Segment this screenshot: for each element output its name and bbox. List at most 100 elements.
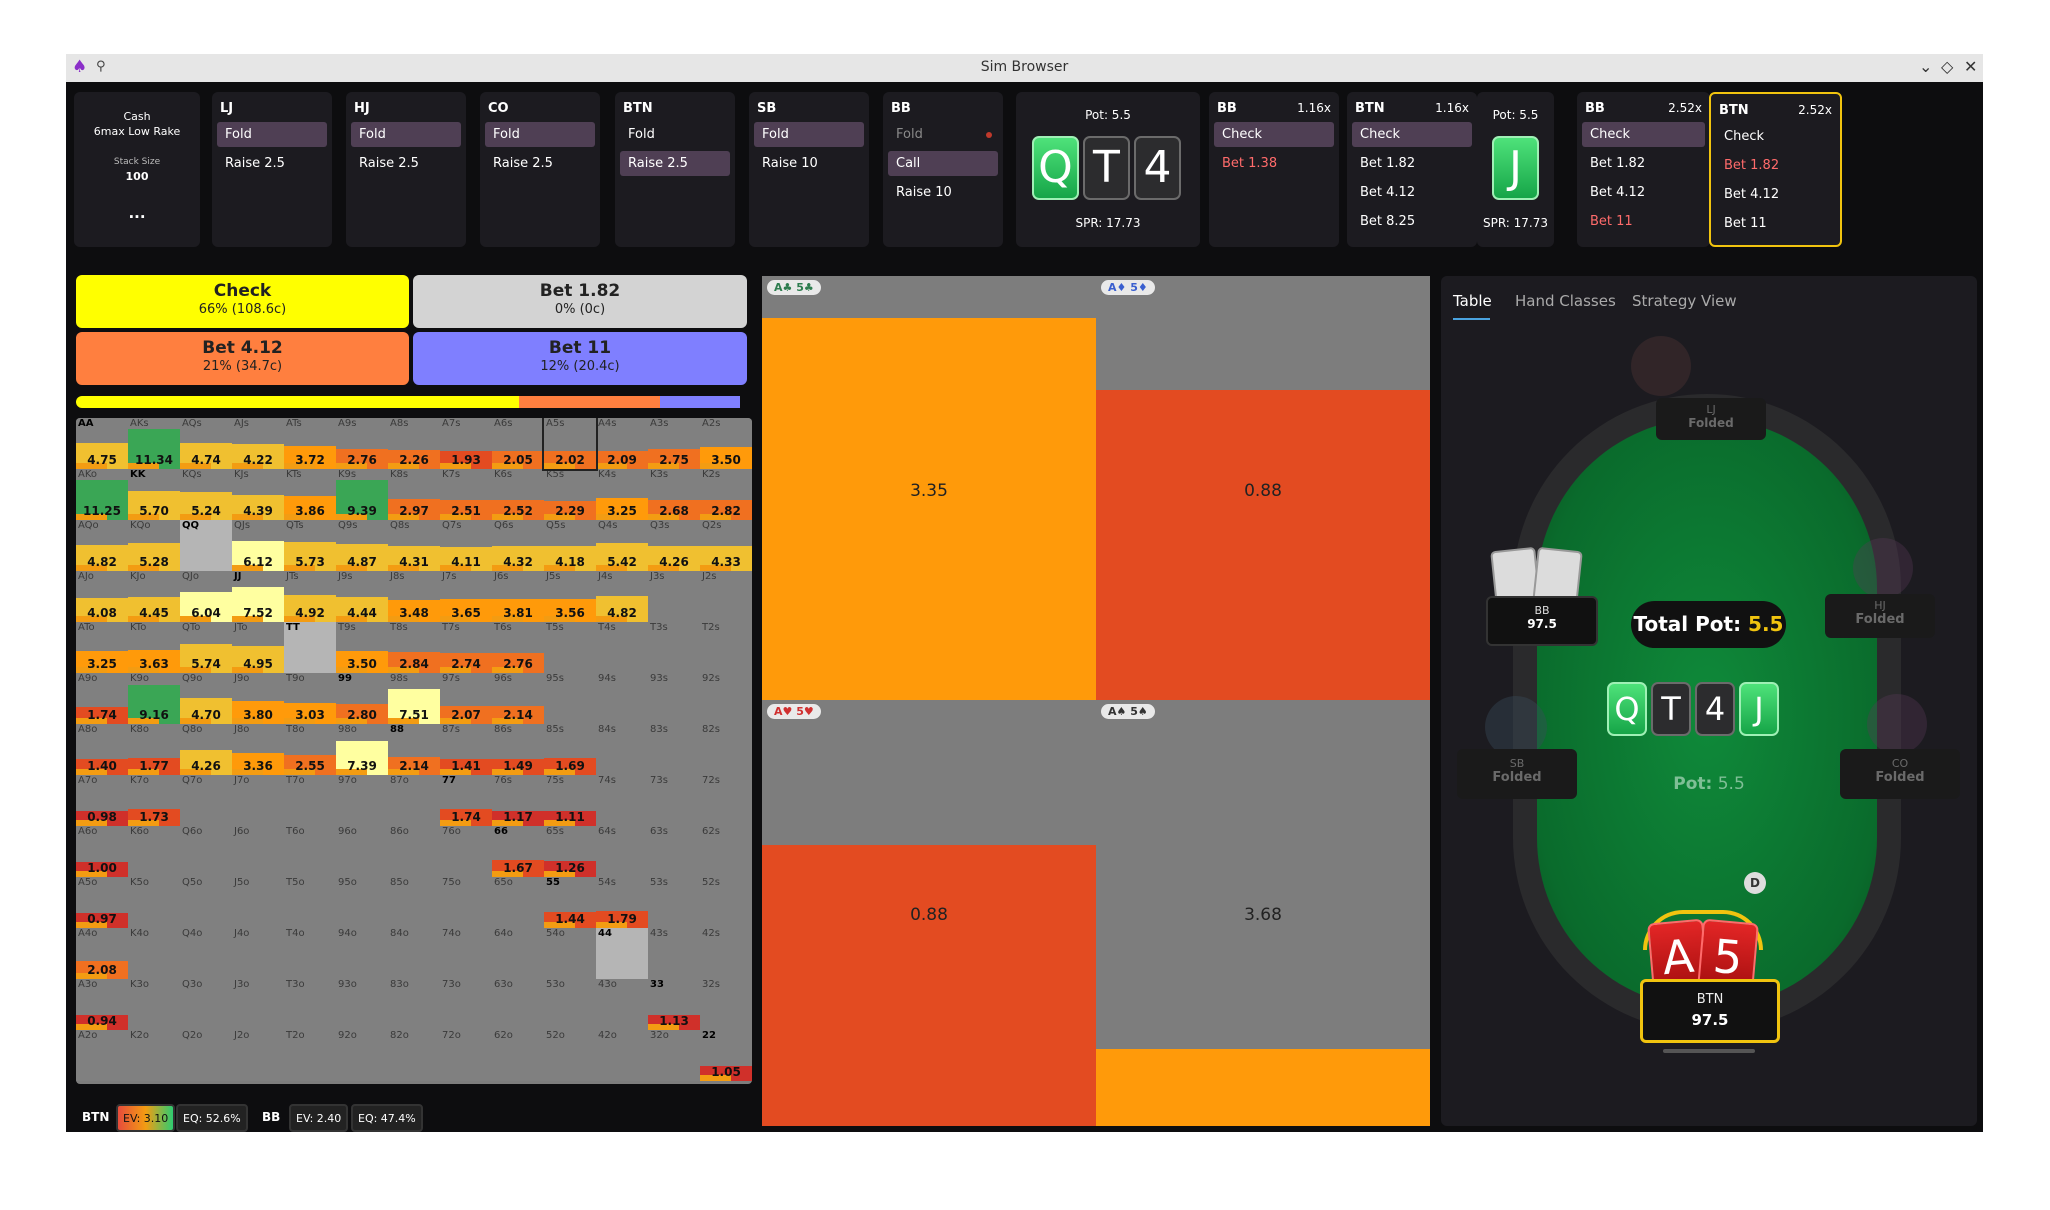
hand-cell-66[interactable]: 66 1.67 <box>492 826 544 877</box>
hand-cell-96s[interactable]: 96s 2.14 <box>492 673 544 724</box>
combo-panel[interactable]: A♦ 5♦ 0.88 <box>1096 276 1430 700</box>
node-preflop-sb[interactable]: SB Fold Raise 10 <box>749 92 869 247</box>
hand-cell-97s[interactable]: 97s 2.07 <box>440 673 492 724</box>
node-option[interactable]: Check <box>1352 122 1472 147</box>
hand-cell-92o[interactable]: 92o <box>336 1030 388 1081</box>
node-option[interactable]: Check <box>1214 122 1334 147</box>
hand-cell-t6s[interactable]: T6s 2.76 <box>492 622 544 673</box>
hand-cell-q5o[interactable]: Q5o <box>180 877 232 928</box>
hand-cell-ajo[interactable]: AJo 4.08 <box>76 571 128 622</box>
hand-cell-qto[interactable]: QTo 5.74 <box>180 622 232 673</box>
hand-cell-54s[interactable]: 54s 1.79 <box>596 877 648 928</box>
hand-cell-62s[interactable]: 62s <box>700 826 752 877</box>
hand-cell-k2s[interactable]: K2s 2.82 <box>700 469 752 520</box>
hand-cell-j6o[interactable]: J6o <box>232 826 284 877</box>
hand-cell-ajs[interactable]: AJs 4.22 <box>232 418 284 469</box>
hand-cell-76o[interactable]: 76o <box>440 826 492 877</box>
hand-cell-a3s[interactable]: A3s 2.75 <box>648 418 700 469</box>
hand-cell-94o[interactable]: 94o <box>336 928 388 979</box>
hand-cell-j5o[interactable]: J5o <box>232 877 284 928</box>
hand-cell-k5o[interactable]: K5o <box>128 877 180 928</box>
hand-cell-ato[interactable]: ATo 3.25 <box>76 622 128 673</box>
action-bet-412-button[interactable]: Bet 4.12 21% (34.7c) <box>76 332 409 385</box>
hand-cell-82s[interactable]: 82s <box>700 724 752 775</box>
hand-cell-97o[interactable]: 97o <box>336 775 388 826</box>
more-options-icon[interactable]: ... <box>74 204 200 222</box>
action-bet-11-button[interactable]: Bet 11 12% (20.4c) <box>413 332 747 385</box>
hand-cell-86o[interactable]: 86o <box>388 826 440 877</box>
hand-cell-q2s[interactable]: Q2s 4.33 <box>700 520 752 571</box>
hand-cell-88[interactable]: 88 2.14 <box>388 724 440 775</box>
hand-cell-j8o[interactable]: J8o 3.36 <box>232 724 284 775</box>
hand-cell-k4o[interactable]: K4o <box>128 928 180 979</box>
hand-cell-jto[interactable]: JTo 4.95 <box>232 622 284 673</box>
hand-cell-55[interactable]: 55 1.44 <box>544 877 596 928</box>
node-preflop-hj[interactable]: HJ Fold Raise 2.5 <box>346 92 466 247</box>
hand-cell-a7o[interactable]: A7o 0.98 <box>76 775 128 826</box>
hand-cell-98s[interactable]: 98s 7.51 <box>388 673 440 724</box>
hand-cell-q3s[interactable]: Q3s 4.26 <box>648 520 700 571</box>
node-preflop-co[interactable]: CO Fold Raise 2.5 <box>480 92 600 247</box>
hand-cell-q6o[interactable]: Q6o <box>180 826 232 877</box>
hand-cell-82o[interactable]: 82o <box>388 1030 440 1081</box>
hand-cell-k9o[interactable]: K9o 9.16 <box>128 673 180 724</box>
hand-cell-63o[interactable]: 63o <box>492 979 544 1030</box>
hand-cell-aqs[interactable]: AQs 4.74 <box>180 418 232 469</box>
hand-cell-62o[interactable]: 62o <box>492 1030 544 1081</box>
chevron-down-icon[interactable]: ⌄ <box>1919 57 1932 76</box>
hand-cell-t7o[interactable]: T7o <box>284 775 336 826</box>
hand-cell-96o[interactable]: 96o <box>336 826 388 877</box>
hand-cell-t9o[interactable]: T9o 3.03 <box>284 673 336 724</box>
hand-cell-k6o[interactable]: K6o <box>128 826 180 877</box>
hand-cell-t4s[interactable]: T4s <box>596 622 648 673</box>
hand-cell-85o[interactable]: 85o <box>388 877 440 928</box>
hand-cell-kk[interactable]: KK 5.70 <box>128 469 180 520</box>
node-option[interactable]: Fold <box>217 122 327 147</box>
node-option[interactable]: Raise 2.5 <box>620 151 730 176</box>
hand-cell-64s[interactable]: 64s <box>596 826 648 877</box>
hand-cell-k6s[interactable]: K6s 2.52 <box>492 469 544 520</box>
hand-cell-a9o[interactable]: A9o 1.74 <box>76 673 128 724</box>
node-option[interactable]: Raise 2.5 <box>351 151 461 176</box>
node-option[interactable]: Check <box>1716 124 1835 149</box>
hand-cell-qq[interactable]: QQ <box>180 520 232 571</box>
tab-hand-classes[interactable]: Hand Classes <box>1515 292 1616 310</box>
hand-cell-63s[interactable]: 63s <box>648 826 700 877</box>
hand-cell-k8s[interactable]: K8s 2.97 <box>388 469 440 520</box>
hand-cell-44[interactable]: 44 <box>596 928 648 979</box>
seat-hj[interactable]: HJ Folded <box>1825 594 1935 638</box>
hand-cell-42o[interactable]: 42o <box>596 1030 648 1081</box>
node-option[interactable]: Fold <box>754 122 864 147</box>
hand-cell-aa[interactable]: AA 4.75 <box>76 418 128 469</box>
hand-cell-j3o[interactable]: J3o <box>232 979 284 1030</box>
hand-cell-53s[interactable]: 53s <box>648 877 700 928</box>
hand-cell-k3s[interactable]: K3s 2.68 <box>648 469 700 520</box>
hand-cell-q9s[interactable]: Q9s 4.87 <box>336 520 388 571</box>
node-option[interactable]: Bet 1.82 <box>1716 153 1835 178</box>
hand-cell-a8s[interactable]: A8s 2.26 <box>388 418 440 469</box>
hand-cell-k7o[interactable]: K7o 1.73 <box>128 775 180 826</box>
hand-cell-52o[interactable]: 52o <box>544 1030 596 1081</box>
hand-cell-t8o[interactable]: T8o 2.55 <box>284 724 336 775</box>
node-preflop-bb[interactable]: BB Fold Call Raise 10 <box>883 92 1003 247</box>
hand-cell-j5s[interactable]: J5s 3.56 <box>544 571 596 622</box>
node-flop-bb[interactable]: BB 1.16x Check Bet 1.38 <box>1209 92 1339 247</box>
hand-cell-kts[interactable]: KTs 3.86 <box>284 469 336 520</box>
hand-cell-kqo[interactable]: KQo 5.28 <box>128 520 180 571</box>
hand-cell-k5s[interactable]: K5s 2.29 <box>544 469 596 520</box>
hand-cell-t2s[interactable]: T2s <box>700 622 752 673</box>
hand-cell-j4s[interactable]: J4s 4.82 <box>596 571 648 622</box>
hand-cell-54o[interactable]: 54o <box>544 928 596 979</box>
hand-cell-95o[interactable]: 95o <box>336 877 388 928</box>
hand-cell-q4o[interactable]: Q4o <box>180 928 232 979</box>
hand-cell-a4o[interactable]: A4o 2.08 <box>76 928 128 979</box>
hand-cell-q9o[interactable]: Q9o 4.70 <box>180 673 232 724</box>
hand-cell-t5s[interactable]: T5s <box>544 622 596 673</box>
hand-cell-j4o[interactable]: J4o <box>232 928 284 979</box>
hand-cell-q5s[interactable]: Q5s 4.18 <box>544 520 596 571</box>
hand-cell-k3o[interactable]: K3o <box>128 979 180 1030</box>
node-turn-btn[interactable]: BTN 2.52x Check Bet 1.82 Bet 4.12 Bet 11 <box>1709 92 1842 247</box>
hand-cell-a5o[interactable]: A5o 0.97 <box>76 877 128 928</box>
hand-cell-72s[interactable]: 72s <box>700 775 752 826</box>
hand-cell-j6s[interactable]: J6s 3.81 <box>492 571 544 622</box>
